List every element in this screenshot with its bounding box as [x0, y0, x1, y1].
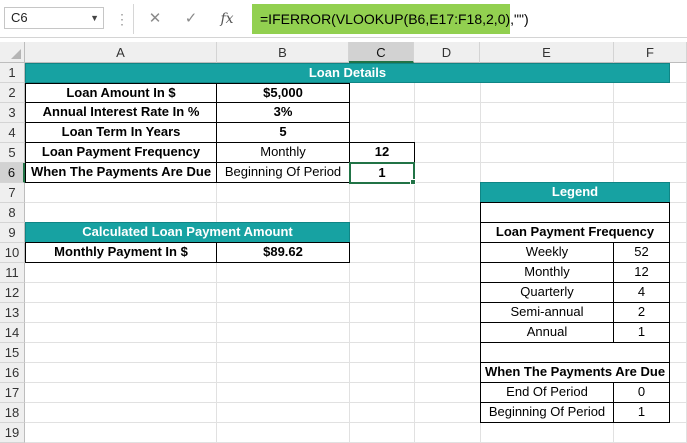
- row-header-9[interactable]: 9: [0, 223, 25, 243]
- row-header-3[interactable]: 3: [0, 103, 25, 123]
- loan-amount-label[interactable]: Loan Amount In $: [25, 83, 217, 103]
- interest-rate-value[interactable]: 3%: [216, 102, 350, 123]
- row-header-12[interactable]: 12: [0, 283, 25, 303]
- column-header-e[interactable]: E: [480, 42, 614, 63]
- monthly-payment-label[interactable]: Monthly Payment In $: [25, 242, 217, 263]
- legend-empty-row[interactable]: [480, 202, 670, 223]
- column-gridline: [414, 63, 415, 443]
- name-box[interactable]: C6 ▼: [4, 7, 104, 29]
- legend-frequency-name[interactable]: Semi-annual: [480, 302, 614, 323]
- select-all-icon: [11, 49, 21, 59]
- fill-handle[interactable]: [410, 179, 416, 185]
- legend-frequency-value[interactable]: 4: [613, 282, 670, 303]
- column-header-c[interactable]: C: [349, 42, 414, 63]
- loan-amount-value[interactable]: $5,000: [216, 83, 350, 103]
- row-header-7[interactable]: 7: [0, 183, 25, 203]
- legend-frequency-name[interactable]: Weekly: [480, 242, 614, 263]
- more-options-icon[interactable]: ⋮: [115, 9, 129, 29]
- row-header-16[interactable]: 16: [0, 363, 25, 383]
- loan-term-label[interactable]: Loan Term In Years: [25, 122, 217, 143]
- legend-due-name[interactable]: Beginning Of Period: [480, 402, 614, 423]
- column-header-f[interactable]: F: [614, 42, 687, 63]
- enter-icon[interactable]: ✓: [178, 8, 204, 30]
- legend-due-value[interactable]: 0: [613, 382, 670, 403]
- formula-bar-divider: [133, 4, 134, 34]
- column-header-a[interactable]: A: [25, 42, 217, 63]
- payments-due-value[interactable]: Beginning Of Period: [216, 162, 350, 183]
- legend-frequency-name[interactable]: Quarterly: [480, 282, 614, 303]
- row-header-5[interactable]: 5: [0, 143, 25, 163]
- interest-rate-label[interactable]: Annual Interest Rate In %: [25, 102, 217, 123]
- payment-frequency-number[interactable]: 12: [349, 142, 415, 163]
- column-header-d[interactable]: D: [414, 42, 480, 63]
- row-header-8[interactable]: 8: [0, 203, 25, 223]
- legend-due-value[interactable]: 1: [613, 402, 670, 423]
- legend-frequency-value[interactable]: 12: [613, 262, 670, 283]
- selected-cell-c6[interactable]: 1: [349, 162, 415, 184]
- row-header-15[interactable]: 15: [0, 343, 25, 363]
- legend-due-header[interactable]: When The Payments Are Due: [480, 362, 670, 383]
- row-header-11[interactable]: 11: [0, 263, 25, 283]
- column-header-b[interactable]: B: [217, 42, 349, 63]
- chevron-down-icon[interactable]: ▼: [90, 8, 99, 28]
- legend-frequency-name[interactable]: Annual: [480, 322, 614, 343]
- row-header-6[interactable]: 6: [0, 163, 25, 183]
- legend-empty-row[interactable]: [480, 342, 670, 363]
- insert-function-icon[interactable]: fx: [214, 8, 240, 30]
- monthly-payment-value[interactable]: $89.62: [216, 242, 350, 263]
- loan-details-title[interactable]: Loan Details: [25, 63, 670, 83]
- row-header-17[interactable]: 17: [0, 383, 25, 403]
- select-all-button[interactable]: [0, 42, 25, 63]
- row-header-19[interactable]: 19: [0, 423, 25, 443]
- row-header-18[interactable]: 18: [0, 403, 25, 423]
- legend-title[interactable]: Legend: [480, 182, 670, 203]
- payment-frequency-value[interactable]: Monthly: [216, 142, 350, 163]
- row-header-2[interactable]: 2: [0, 83, 25, 103]
- loan-term-value[interactable]: 5: [216, 122, 350, 143]
- row-header-14[interactable]: 14: [0, 323, 25, 343]
- row-header-1[interactable]: 1: [0, 63, 25, 83]
- formula-input[interactable]: =IFERROR(VLOOKUP(B6,E17:F18,2,0),""): [252, 4, 529, 34]
- legend-frequency-value[interactable]: 2: [613, 302, 670, 323]
- legend-frequency-value[interactable]: 1: [613, 322, 670, 343]
- legend-frequency-name[interactable]: Monthly: [480, 262, 614, 283]
- payments-due-label[interactable]: When The Payments Are Due: [25, 162, 217, 183]
- row-header-13[interactable]: 13: [0, 303, 25, 323]
- calculated-payment-title[interactable]: Calculated Loan Payment Amount: [25, 222, 350, 243]
- legend-frequency-value[interactable]: 52: [613, 242, 670, 263]
- row-header-4[interactable]: 4: [0, 123, 25, 143]
- payment-frequency-label[interactable]: Loan Payment Frequency: [25, 142, 217, 163]
- legend-due-name[interactable]: End Of Period: [480, 382, 614, 403]
- cancel-icon[interactable]: ✕: [142, 8, 168, 30]
- legend-frequency-header[interactable]: Loan Payment Frequency: [480, 222, 670, 243]
- name-box-value: C6: [11, 10, 28, 25]
- row-header-10[interactable]: 10: [0, 243, 25, 263]
